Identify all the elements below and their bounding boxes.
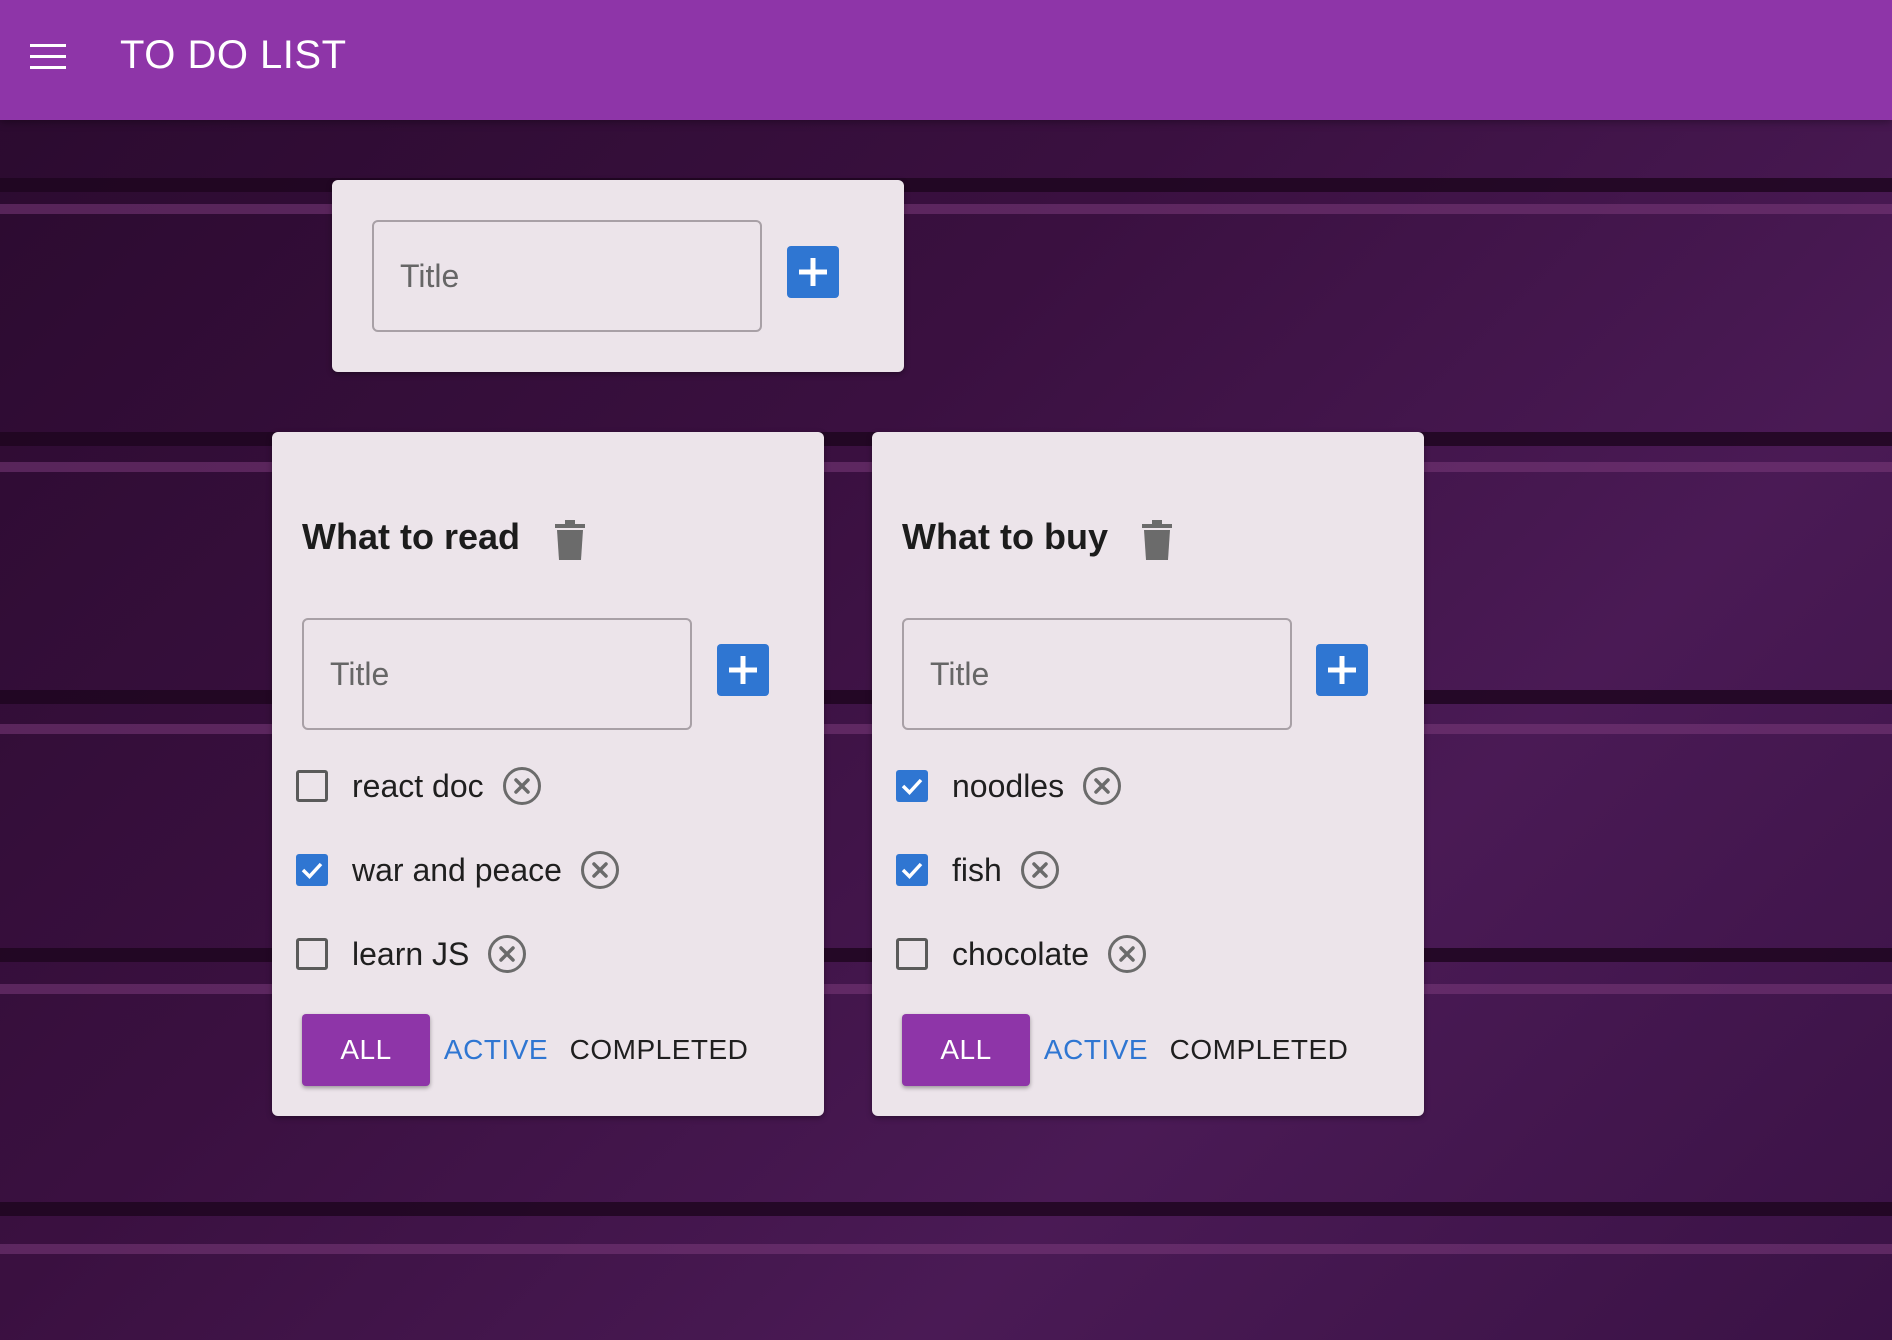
add-task-button[interactable] <box>1316 644 1368 696</box>
task-label: learn JS <box>352 935 470 972</box>
close-circle-icon[interactable] <box>1082 766 1122 806</box>
task-item: learn JS <box>272 924 527 984</box>
new-list-title-input[interactable] <box>374 222 760 330</box>
filter-completed-button[interactable]: COMPLETED <box>562 1014 756 1086</box>
task-checkbox[interactable] <box>896 854 928 886</box>
task-label: chocolate <box>952 935 1089 972</box>
task-item: war and peace <box>272 840 620 900</box>
task-title-input[interactable] <box>304 620 690 728</box>
task-label: react doc <box>352 767 484 804</box>
checkmark-icon <box>901 862 923 880</box>
app-bar: TO DO LIST <box>0 0 1892 120</box>
task-checkbox[interactable] <box>896 938 928 970</box>
trash-icon[interactable] <box>1142 520 1172 560</box>
checkmark-icon <box>301 862 323 880</box>
filter-all-button[interactable]: ALL <box>902 1014 1030 1086</box>
trash-icon[interactable] <box>555 520 585 560</box>
app-title: TO DO LIST <box>120 33 347 77</box>
background-stripe <box>0 204 1892 214</box>
todo-list-card: What to buy noodles fish <box>872 432 1424 1116</box>
plus-icon <box>729 656 757 684</box>
task-checkbox[interactable] <box>896 770 928 802</box>
checkmark-icon <box>901 778 923 796</box>
new-list-card <box>332 180 904 372</box>
task-item: react doc <box>272 756 542 816</box>
task-checkbox[interactable] <box>296 770 328 802</box>
filter-all-button[interactable]: ALL <box>302 1014 430 1086</box>
task-checkbox[interactable] <box>296 854 328 886</box>
task-label: noodles <box>952 767 1065 804</box>
filter-active-button[interactable]: ACTIVE <box>1040 1014 1152 1086</box>
task-title-field[interactable] <box>902 618 1292 730</box>
task-title-input[interactable] <box>904 620 1290 728</box>
close-circle-icon[interactable] <box>502 766 542 806</box>
close-circle-icon[interactable] <box>487 934 527 974</box>
plus-icon <box>1328 656 1356 684</box>
filter-active-button[interactable]: ACTIVE <box>440 1014 552 1086</box>
close-circle-icon[interactable] <box>1107 934 1147 974</box>
close-circle-icon[interactable] <box>580 850 620 890</box>
todo-list-card: What to read react doc war and peace <box>272 432 824 1116</box>
new-list-title-field[interactable] <box>372 220 762 332</box>
background-stripe <box>0 1244 1892 1254</box>
task-item: noodles <box>872 756 1122 816</box>
list-title: What to buy <box>902 516 1108 557</box>
task-label: war and peace <box>352 851 562 888</box>
task-checkbox[interactable] <box>296 938 328 970</box>
task-title-field[interactable] <box>302 618 692 730</box>
background-stripe <box>0 178 1892 192</box>
background-stripe <box>0 1202 1892 1216</box>
add-list-button[interactable] <box>787 246 839 298</box>
plus-icon <box>799 258 827 286</box>
task-item: fish <box>872 840 1060 900</box>
list-title: What to read <box>302 516 521 557</box>
add-task-button[interactable] <box>717 644 769 696</box>
task-label: fish <box>952 851 1002 888</box>
menu-icon[interactable] <box>30 44 66 70</box>
task-item: chocolate <box>872 924 1147 984</box>
close-circle-icon[interactable] <box>1020 850 1060 890</box>
filter-completed-button[interactable]: COMPLETED <box>1162 1014 1356 1086</box>
